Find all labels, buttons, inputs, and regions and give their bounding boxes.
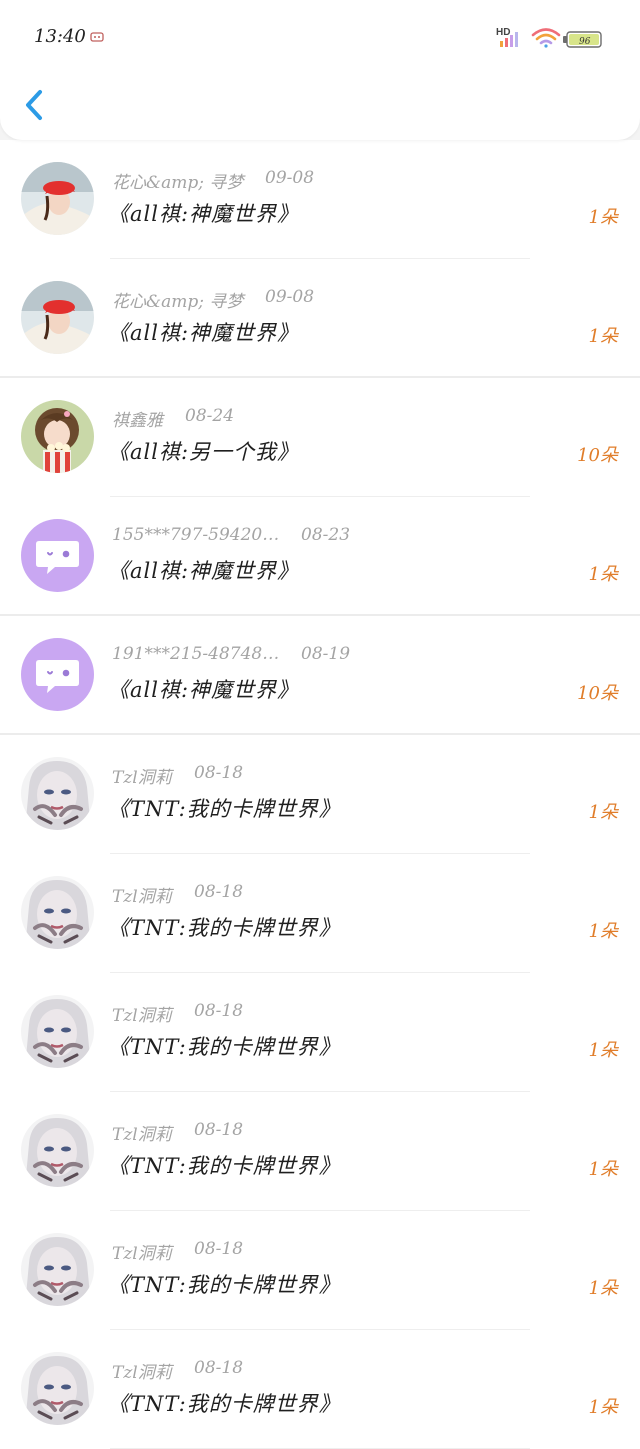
- flower-count: 1朵: [588, 207, 618, 228]
- flower-count: 1朵: [588, 921, 618, 942]
- list-item[interactable]: 花心&amp; 寻梦 09-08 《all祺:神魔世界》 1朵: [0, 140, 640, 259]
- top-bar: 13:40 HD 96: [0, 0, 640, 140]
- item-meta: Tzl洞莉 08-18: [112, 763, 243, 788]
- flower-count: 1朵: [588, 326, 618, 347]
- work-title[interactable]: 《all祺:神魔世界》: [108, 555, 299, 585]
- work-title[interactable]: 《TNT:我的卡牌世界》: [108, 912, 341, 942]
- user-name: 155***797-59420…: [112, 525, 280, 545]
- list-item[interactable]: Tzl洞莉 08-18 《TNT:我的卡牌世界》 1朵: [0, 1330, 640, 1449]
- list-item[interactable]: Tzl洞莉 08-18 《TNT:我的卡牌世界》 1朵: [0, 854, 640, 973]
- work-title[interactable]: 《all祺:另一个我》: [108, 436, 299, 466]
- user-name: Tzl洞莉: [112, 1363, 172, 1383]
- item-date: 08-19: [301, 644, 351, 664]
- list-item[interactable]: 155***797-59420… 08-23 《all祺:神魔世界》 1朵: [0, 497, 640, 616]
- item-meta: 191***215-48748… 08-19: [112, 644, 350, 664]
- user-name: Tzl洞莉: [112, 1006, 172, 1026]
- item-date: 08-18: [194, 1358, 244, 1378]
- item-date: 08-23: [301, 525, 351, 545]
- work-title[interactable]: 《TNT:我的卡牌世界》: [108, 1031, 341, 1061]
- avatar[interactable]: [21, 1352, 94, 1425]
- flower-count: 1朵: [588, 1159, 618, 1180]
- work-title[interactable]: 《TNT:我的卡牌世界》: [108, 1150, 341, 1180]
- battery-icon: 96: [563, 31, 602, 48]
- item-date: 08-24: [185, 406, 235, 426]
- list-item[interactable]: 祺鑫雅 08-24 《all祺:另一个我》 10朵: [0, 378, 640, 497]
- item-date: 08-18: [194, 763, 244, 783]
- list-item[interactable]: Tzl洞莉 08-18 《TNT:我的卡牌世界》 1朵: [0, 735, 640, 854]
- wifi-icon: [531, 28, 561, 48]
- user-name: 祺鑫雅: [112, 411, 163, 431]
- work-title[interactable]: 《TNT:我的卡牌世界》: [108, 1269, 341, 1299]
- item-meta: Tzl洞莉 08-18: [112, 1120, 243, 1145]
- flower-count: 1朵: [588, 802, 618, 823]
- user-name: Tzl洞莉: [112, 1125, 172, 1145]
- user-name: Tzl洞莉: [112, 887, 172, 907]
- notification-icon: [90, 32, 104, 42]
- item-meta: Tzl洞莉 08-18: [112, 1001, 243, 1026]
- item-meta: 祺鑫雅 08-24: [112, 406, 234, 431]
- svg-text:96: 96: [579, 37, 591, 47]
- list-item[interactable]: 191***215-48748… 08-19 《all祺:神魔世界》 10朵: [0, 616, 640, 735]
- item-meta: Tzl洞莉 08-18: [112, 1358, 243, 1383]
- avatar[interactable]: [21, 162, 94, 235]
- flower-count: 1朵: [588, 564, 618, 585]
- list-item[interactable]: Tzl洞莉 08-18 《TNT:我的卡牌世界》 1朵: [0, 973, 640, 1092]
- user-name: 花心&amp; 寻梦: [112, 173, 244, 193]
- flower-count: 10朵: [577, 683, 618, 704]
- list-item[interactable]: Tzl洞莉 08-18 《TNT:我的卡牌世界》 1朵: [0, 1092, 640, 1211]
- item-meta: 花心&amp; 寻梦 09-08: [112, 168, 314, 193]
- user-name: Tzl洞莉: [112, 768, 172, 788]
- item-date: 08-18: [194, 1001, 244, 1021]
- user-name: 191***215-48748…: [112, 644, 280, 664]
- flower-count: 1朵: [588, 1278, 618, 1299]
- item-date: 08-18: [194, 1120, 244, 1140]
- list-item[interactable]: Tzl洞莉 08-18 《TNT:我的卡牌世界》 1朵: [0, 1211, 640, 1330]
- item-meta: Tzl洞莉 08-18: [112, 1239, 243, 1264]
- avatar[interactable]: [21, 281, 94, 354]
- avatar[interactable]: [21, 757, 94, 830]
- item-date: 09-08: [265, 287, 315, 307]
- flower-count: 1朵: [588, 1397, 618, 1418]
- status-icons: HD 96: [496, 24, 606, 50]
- user-name: Tzl洞莉: [112, 1244, 172, 1264]
- list-item[interactable]: 花心&amp; 寻梦 09-08 《all祺:神魔世界》 1朵: [0, 259, 640, 378]
- avatar[interactable]: [21, 1233, 94, 1306]
- avatar[interactable]: [21, 638, 94, 711]
- work-title[interactable]: 《all祺:神魔世界》: [108, 317, 299, 347]
- work-title[interactable]: 《TNT:我的卡牌世界》: [108, 1388, 341, 1418]
- avatar[interactable]: [21, 995, 94, 1068]
- flower-count: 1朵: [588, 1040, 618, 1061]
- gift-record-list: 花心&amp; 寻梦 09-08 《all祺:神魔世界》 1朵 花心&amp; 寻梦 0…: [0, 140, 640, 1449]
- work-title[interactable]: 《all祺:神魔世界》: [108, 198, 299, 228]
- avatar[interactable]: [21, 400, 94, 473]
- item-date: 08-18: [194, 1239, 244, 1259]
- avatar[interactable]: [21, 876, 94, 949]
- back-button[interactable]: [18, 86, 52, 124]
- hd-label: HD: [496, 27, 510, 38]
- item-date: 09-08: [265, 168, 315, 188]
- avatar[interactable]: [21, 1114, 94, 1187]
- avatar[interactable]: [21, 519, 94, 592]
- item-meta: Tzl洞莉 08-18: [112, 882, 243, 907]
- item-meta: 花心&amp; 寻梦 09-08: [112, 287, 314, 312]
- flower-count: 10朵: [577, 445, 618, 466]
- work-title[interactable]: 《TNT:我的卡牌世界》: [108, 793, 341, 823]
- status-time: 13:40: [34, 26, 86, 47]
- item-date: 08-18: [194, 882, 244, 902]
- work-title[interactable]: 《all祺:神魔世界》: [108, 674, 299, 704]
- user-name: 花心&amp; 寻梦: [112, 292, 244, 312]
- item-meta: 155***797-59420… 08-23: [112, 525, 350, 545]
